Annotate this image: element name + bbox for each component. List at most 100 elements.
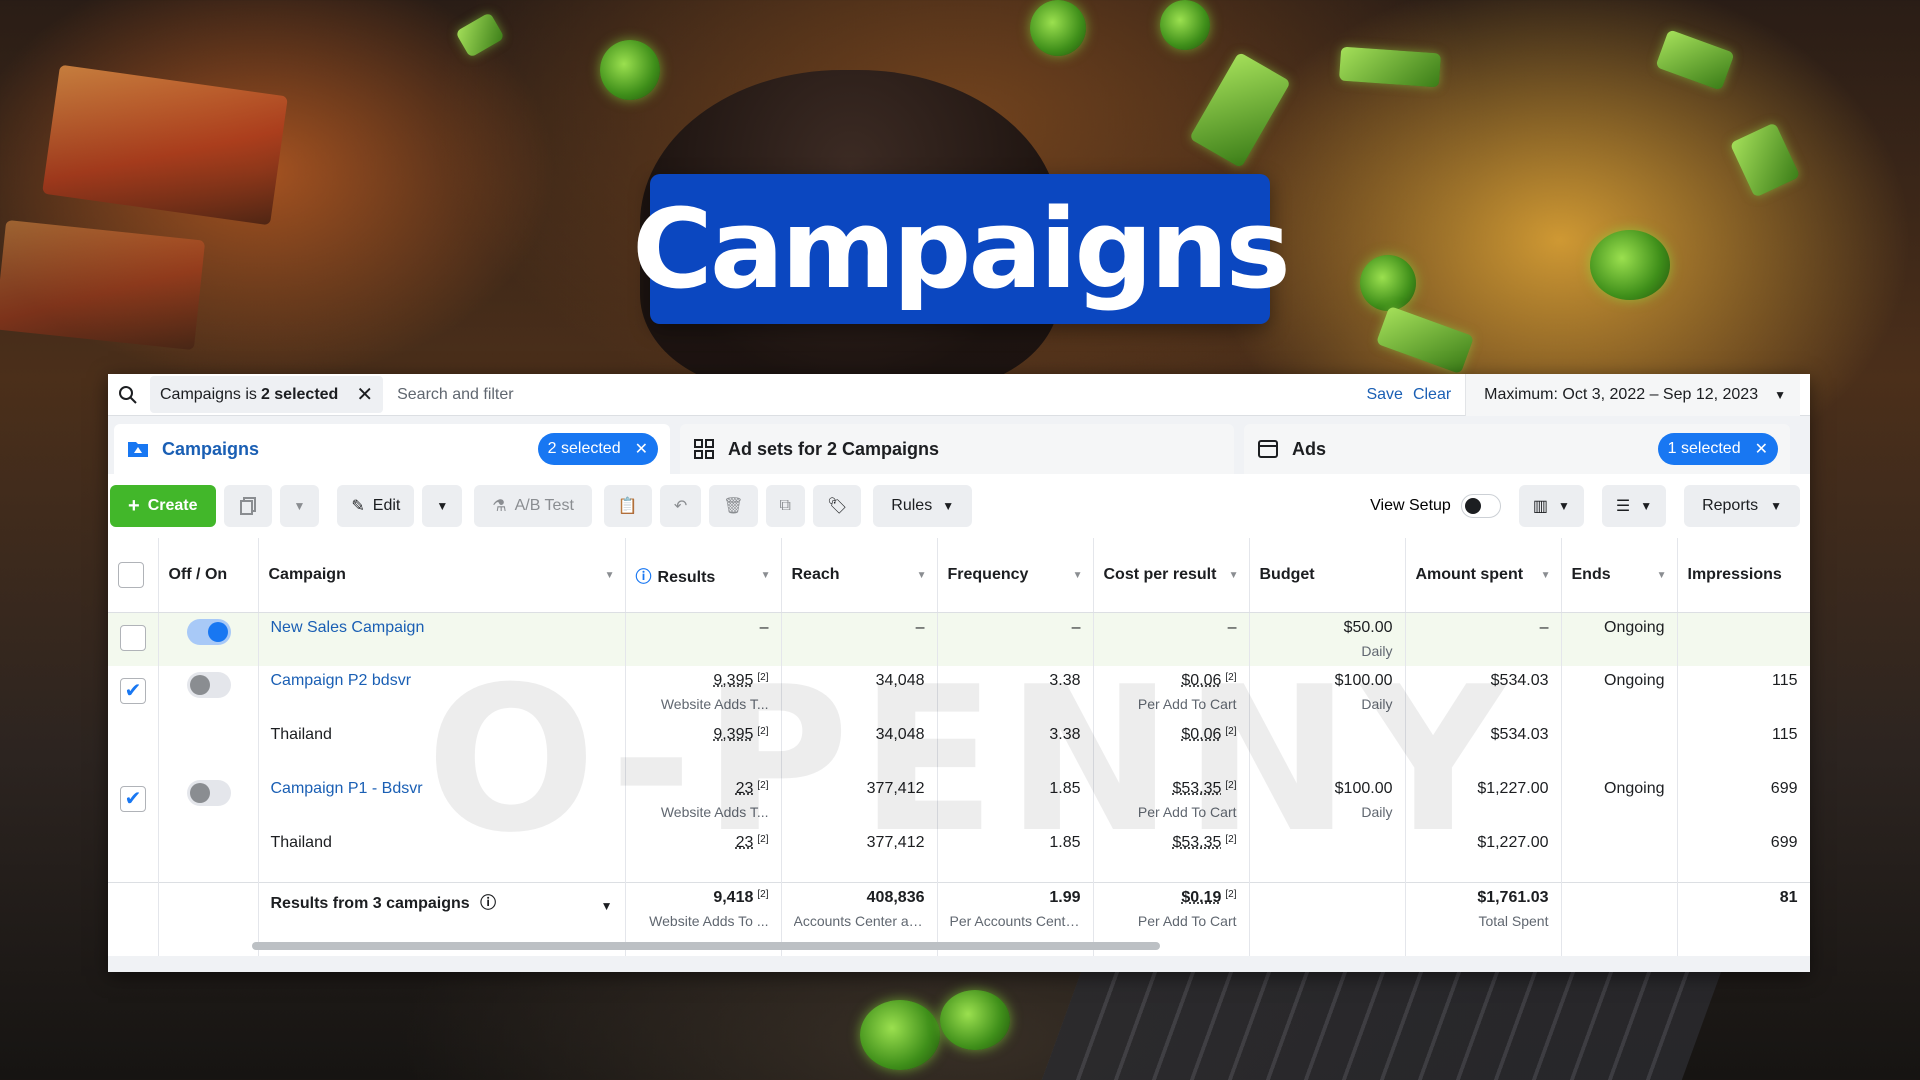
column-header[interactable]: Impressions	[1677, 538, 1810, 613]
ends-cell	[1561, 881, 1678, 956]
ab-test-button[interactable]: ⚗ A/B Test	[474, 485, 592, 527]
campaign-toggle[interactable]	[186, 672, 231, 698]
cost-per-result-value: $0.06	[1181, 726, 1222, 743]
close-icon[interactable]: ✕	[1755, 439, 1768, 459]
row-select-cell	[108, 720, 159, 774]
frequency-total: 1.99	[1049, 888, 1081, 906]
sort-icon[interactable]: ▼	[1657, 570, 1667, 581]
amount-spent-cell: –	[1405, 612, 1562, 666]
background-coin	[940, 990, 1010, 1050]
sort-icon[interactable]: ▼	[917, 570, 927, 581]
sort-icon[interactable]: ▼	[605, 570, 615, 581]
save-button[interactable]: Save	[1366, 386, 1402, 404]
row-checkbox[interactable]: ✔	[120, 786, 146, 812]
campaign-name-link[interactable]: Campaign P2 bdsvr	[271, 672, 412, 689]
date-range-picker[interactable]: Maximum: Oct 3, 2022 – Sep 12, 2023 ▼	[1465, 374, 1800, 416]
row-checkbox[interactable]	[120, 624, 146, 651]
column-header[interactable]: Frequency ▼	[937, 538, 1094, 613]
amount-spent-cell: $1,227.00	[1405, 828, 1562, 882]
column-header[interactable]: Campaign ▼	[258, 538, 626, 613]
campaigns-selected-badge[interactable]: 2 selected ✕	[537, 433, 658, 465]
undo-button[interactable]: ↶	[659, 485, 702, 527]
table-row[interactable]: ✔ Campaign P1 - Bdsvr 23 [2] Website Adds …	[108, 774, 1810, 828]
column-header[interactable]: Reach ▼	[781, 538, 938, 613]
close-icon[interactable]: ✕	[635, 439, 648, 459]
cost-per-result-cell: $0.06 [2]	[1093, 720, 1250, 774]
tab-ads[interactable]: Ads 1 selected ✕	[1244, 424, 1790, 474]
search-input[interactable]	[397, 385, 1353, 404]
plus-icon: +	[128, 494, 140, 517]
campaign-name-link[interactable]: New Sales Campaign	[271, 619, 425, 636]
reach-type: Accounts Center ac...	[793, 912, 925, 929]
tab-campaigns-label: Campaigns	[162, 438, 260, 459]
filter-chip[interactable]: Campaigns is 2 selected ✕	[150, 376, 384, 413]
reach-cell: 34,048	[781, 720, 938, 774]
tag-button[interactable]: 🏷	[812, 485, 862, 527]
column-header[interactable]: Amount spent ▼	[1405, 538, 1562, 613]
table-row[interactable]: Thailand 23 [2] 377,412 1.85 $53.35 [2] $1…	[108, 828, 1810, 882]
clear-button[interactable]: Clear	[1413, 386, 1451, 404]
tab-campaigns[interactable]: Campaigns 2 selected ✕	[114, 424, 670, 474]
duplicate-menu-button[interactable]: ▼	[279, 485, 320, 527]
view-setup-toggle[interactable]	[1460, 494, 1501, 518]
tab-adsets[interactable]: Ad sets for 2 Campaigns	[680, 424, 1234, 474]
budget-cell: $100.00 Daily	[1249, 666, 1406, 720]
impressions-value: 115	[1771, 672, 1798, 689]
budget-type: Daily	[1361, 642, 1393, 659]
columns-button[interactable]: ▥ ▼	[1518, 485, 1584, 527]
reference-marker: [2]	[757, 834, 769, 845]
amount-spent-type: Total Spent	[1478, 912, 1549, 929]
ads-selected-badge[interactable]: 1 selected ✕	[1657, 433, 1778, 465]
delete-button[interactable]: 🗑	[709, 485, 758, 527]
table-row[interactable]: Thailand 9,395 [2] 34,048 3.38 $0.06 [2] $…	[108, 720, 1810, 774]
sort-icon[interactable]: ▼	[1073, 570, 1083, 581]
amount-spent-value: $1,227.00	[1477, 780, 1549, 797]
table-row[interactable]: New Sales Campaign – – – – $50.00 Daily –…	[108, 612, 1810, 666]
select-all-checkbox[interactable]	[118, 562, 144, 589]
horizontal-scrollbar[interactable]	[252, 942, 1160, 950]
tab-ads-label: Ads	[1292, 438, 1327, 459]
edit-menu-button[interactable]: ▼	[422, 485, 463, 527]
edit-button[interactable]: ✎ Edit	[337, 485, 415, 527]
sort-icon[interactable]: ▼	[1229, 570, 1239, 581]
background-cash	[1189, 51, 1291, 169]
results-cell: 23 [2]	[625, 828, 782, 882]
ends-cell: Ongoing	[1561, 612, 1678, 666]
rules-button[interactable]: Rules ▼	[873, 485, 973, 527]
info-icon[interactable]: ⓘ	[480, 895, 496, 912]
column-header[interactable]: Cost per result ▼	[1093, 538, 1250, 613]
reports-button[interactable]: Reports ▼	[1684, 485, 1800, 527]
table-row[interactable]: ✔ Campaign P2 bdsvr 9,395 [2] Website Adds…	[108, 666, 1810, 720]
clipboard-button[interactable]: 📋	[603, 485, 652, 527]
reach-cell: 377,412	[781, 774, 938, 828]
row-checkbox[interactable]: ✔	[120, 678, 146, 704]
create-button[interactable]: + Create	[110, 485, 216, 527]
breakdown-button[interactable]: ☰ ▼	[1601, 485, 1667, 527]
ends-cell: Ongoing	[1561, 666, 1678, 720]
column-header[interactable]: Budget	[1249, 538, 1406, 613]
tab-adsets-label: Ad sets for 2 Campaigns	[728, 438, 940, 459]
column-header[interactable]: Ends ▼	[1561, 538, 1678, 613]
sort-icon[interactable]: ▼	[761, 570, 771, 581]
rules-button-label: Rules	[891, 497, 933, 514]
duplicate-button[interactable]	[223, 485, 272, 527]
campaign-toggle[interactable]	[186, 618, 231, 645]
preview-button[interactable]: ⧉	[765, 485, 805, 527]
amount-spent-value: $534.03	[1490, 672, 1549, 689]
campaign-toggle[interactable]	[186, 780, 231, 806]
background-coin	[1590, 230, 1670, 300]
results-type: Website Adds T...	[660, 696, 769, 712]
background-screen-left	[42, 64, 288, 226]
column-header[interactable]: ⓘ Results ▼	[625, 538, 782, 613]
table-header: Off / On Campaign ▼ ⓘ Results ▼ Reach ▼ Freq…	[108, 538, 1810, 613]
column-header[interactable]: Off / On	[158, 538, 259, 613]
campaign-cell: Campaign P2 bdsvr	[258, 666, 626, 720]
reference-marker: [2]	[757, 888, 769, 900]
campaign-name-link[interactable]: Campaign P1 - Bdsvr	[271, 780, 423, 797]
sort-icon[interactable]: ▼	[1541, 570, 1551, 581]
close-icon[interactable]: ✕	[356, 382, 373, 407]
caret-down-icon[interactable]: ▼	[601, 899, 613, 913]
toggle-cell	[158, 828, 259, 882]
cost-per-result-cell: $53.35 [2]	[1093, 828, 1250, 882]
reference-marker: [2]	[1225, 672, 1237, 683]
